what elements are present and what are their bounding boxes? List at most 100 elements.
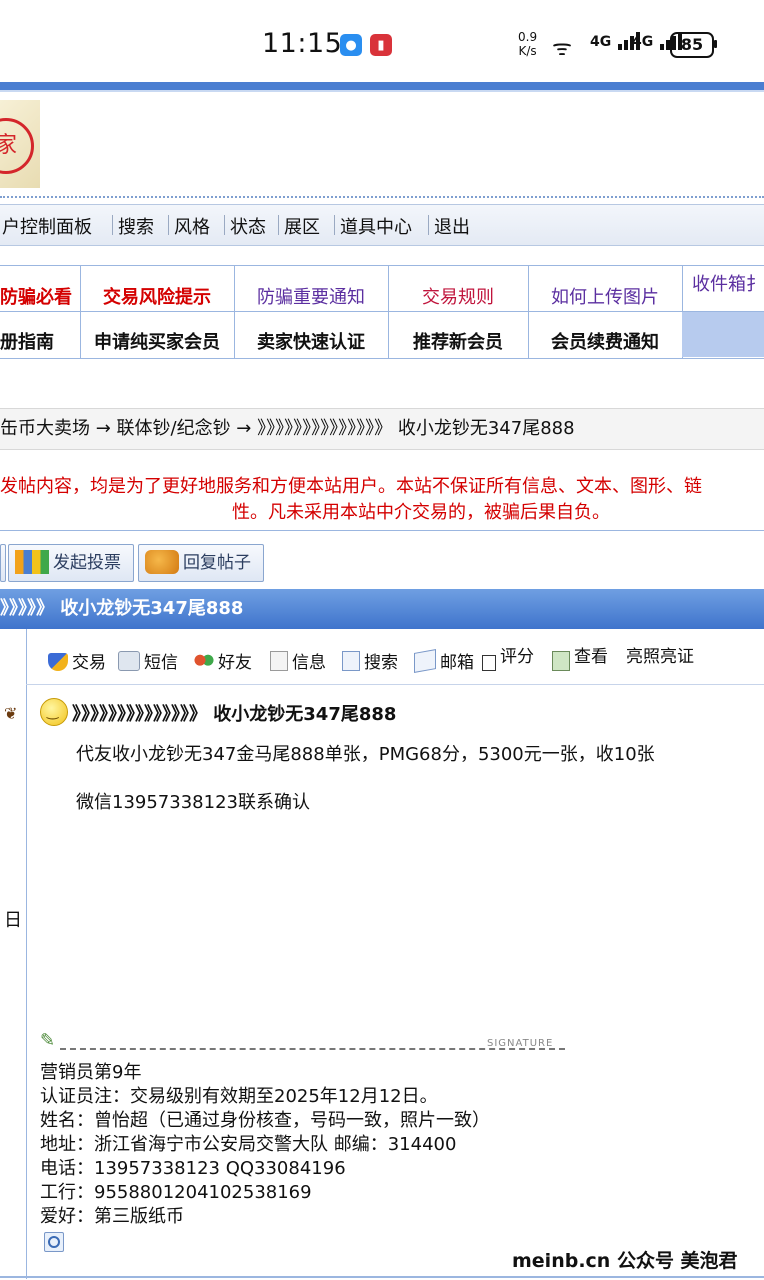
disclaimer-divider — [0, 530, 764, 531]
bottom-divider — [0, 1276, 764, 1278]
nav-separator — [334, 215, 335, 235]
nav-separator — [112, 215, 113, 235]
document-icon — [270, 651, 288, 671]
signature-line-1: 营销员第9年 — [40, 1062, 142, 1083]
signature-line-4: 地址：浙江省海宁市公安局交警大队 邮编：314400 — [40, 1134, 457, 1155]
tool-friend[interactable]: 好友 — [194, 648, 252, 673]
author-column — [0, 629, 27, 1279]
header-top-bar-shadow — [0, 90, 764, 92]
header-divider — [0, 196, 764, 198]
new-post-button-partial[interactable] — [0, 544, 6, 582]
post-body-line-1: 代友收小龙钞无347金马尾888单张，PMG68分，5300元一张，收10张 — [76, 744, 655, 765]
nav-separator — [428, 215, 429, 235]
notice-buyer-member-link[interactable]: 申请纯买家会员 — [80, 328, 234, 354]
start-poll-label: 发起投票 — [53, 553, 121, 573]
pencil-icon: ✎ — [40, 1030, 56, 1051]
notice-inbox-link[interactable]: 收件箱扌 — [682, 270, 764, 296]
nav-style[interactable]: 风格 — [174, 213, 210, 239]
battery-tip — [714, 40, 717, 48]
tool-email[interactable]: 邮箱 — [414, 648, 474, 673]
notice-table: 防骗必看 交易风险提示 防骗重要通知 交易规则 如何上传图片 收件箱扌 册指南 … — [0, 265, 764, 359]
signature-line-6: 工行：9558801204102538169 — [40, 1182, 312, 1203]
start-poll-button[interactable]: 发起投票 — [8, 544, 134, 582]
author-date-fragment: 日 — [4, 910, 22, 931]
notice-upload-image-link[interactable]: 如何上传图片 — [528, 283, 682, 309]
chat-app-icon: ● — [340, 34, 362, 56]
network-speed-unit: K/s — [518, 44, 537, 58]
tool-rate[interactable]: 评分 — [482, 647, 534, 673]
tool-email-label: 邮箱 — [440, 653, 474, 673]
reply-post-button[interactable]: 回复帖子 — [138, 544, 264, 582]
email-icon — [414, 649, 436, 673]
nav-separator — [168, 215, 169, 235]
tool-info-label: 信息 — [292, 653, 326, 673]
image-icon — [552, 651, 570, 671]
notice-empty-cell — [682, 312, 764, 357]
tool-message-label: 短信 — [144, 653, 178, 673]
network-speed: 0.9 K/s — [518, 30, 537, 58]
nav-status[interactable]: 状态 — [230, 213, 266, 239]
breadcrumb[interactable]: 缶币大卖场 → 联体钞/纪念钞 → 》》》》》》》》》》》》》》 收小龙钞无34… — [0, 408, 764, 450]
notice-row-divider — [0, 311, 764, 312]
tool-friend-label: 好友 — [218, 653, 252, 673]
notice-register-guide-link[interactable]: 册指南 — [0, 328, 80, 354]
rate-icon — [482, 655, 496, 671]
signal2-label: 4G — [632, 34, 654, 50]
disclaimer-line-2: 性。凡未采用本站中介交易的，被骗后果自负。 — [232, 502, 610, 523]
poll-chart-icon — [15, 550, 49, 574]
search-icon — [342, 651, 360, 671]
wifi-icon: ᯤ — [552, 36, 573, 61]
signature-line-3: 姓名：曾怡超（已通过身份核查，号码一致，照片一致） — [40, 1110, 490, 1131]
network-speed-value: 0.9 — [518, 30, 538, 44]
toolbar-divider — [26, 684, 764, 685]
nav-logout[interactable]: 退出 — [434, 213, 470, 239]
battery-indicator: 85 — [670, 32, 714, 58]
message-icon — [118, 651, 140, 671]
nav-props-center[interactable]: 道具中心 — [340, 213, 412, 239]
thread-title-bar: 》》》》》 收小龙钞无347尾888 — [0, 589, 764, 629]
header-top-bar — [0, 82, 764, 90]
notice-important-link[interactable]: 防骗重要通知 — [234, 283, 388, 309]
signal1-label: 4G — [590, 34, 612, 50]
zoom-icon[interactable] — [44, 1232, 64, 1252]
signature-line-7: 爱好：第三版纸币 — [40, 1206, 184, 1227]
author-rank-icon: ❦ — [4, 704, 18, 723]
tool-rate-label: 评分 — [500, 647, 534, 667]
smiley-icon — [40, 698, 68, 726]
reply-icon — [145, 550, 179, 574]
notice-renewal-link[interactable]: 会员续费通知 — [528, 328, 682, 354]
shield-icon — [48, 653, 68, 671]
tool-info[interactable]: 信息 — [270, 648, 326, 673]
friends-icon — [194, 653, 214, 671]
signature-line-5: 电话：13957338123 QQ33084196 — [40, 1158, 346, 1179]
signature-label: SIGNATURE — [487, 1038, 554, 1049]
tool-view-label: 查看 — [574, 647, 608, 667]
tool-search-label: 搜索 — [364, 653, 398, 673]
nav-separator — [278, 215, 279, 235]
notice-seller-verify-link[interactable]: 卖家快速认证 — [234, 328, 388, 354]
tool-message[interactable]: 短信 — [118, 648, 178, 673]
post-body-line-2: 微信13957338123联系确认 — [76, 792, 310, 813]
status-bar: 11:15 ● ▮ 0.9 K/s ᯤ 4G 4G 85 — [0, 0, 764, 82]
notice-anti-fraud-link[interactable]: 防骗必看 — [0, 283, 80, 309]
nav-showroom[interactable]: 展区 — [284, 213, 320, 239]
reply-post-label: 回复帖子 — [183, 553, 251, 573]
tool-trade-label: 交易 — [72, 653, 106, 673]
tool-search[interactable]: 搜索 — [342, 648, 398, 673]
watermark: meinb.cn 公众号 美泡君 — [512, 1250, 738, 1272]
disclaimer-line-1: 发帖内容，均是为了更好地服务和方便本站用户。本站不保证所有信息、文本、图形、链 — [0, 476, 702, 497]
status-time: 11:15 — [262, 28, 343, 59]
tool-trade[interactable]: 交易 — [48, 648, 106, 673]
tool-license-photo[interactable]: 亮照亮证 — [626, 642, 694, 667]
notice-recommend-member-link[interactable]: 推荐新会员 — [388, 328, 528, 354]
notice-risk-tips-link[interactable]: 交易风险提示 — [80, 283, 234, 309]
notification-app-icon: ▮ — [370, 34, 392, 56]
tool-view[interactable]: 查看 — [552, 647, 608, 673]
notice-trade-rules-link[interactable]: 交易规则 — [388, 283, 528, 309]
nav-search[interactable]: 搜索 — [118, 213, 154, 239]
logo-stamp-icon: 家 — [0, 118, 34, 174]
nav-control-panel[interactable]: 户控制面板 — [2, 213, 92, 239]
site-logo[interactable]: 家 — [0, 100, 40, 188]
signature-line-2: 认证员注：交易级别有效期至2025年12月12日。 — [40, 1086, 438, 1107]
post-title: 》》》》》》》》》》》》》》 收小龙钞无347尾888 — [72, 704, 397, 725]
